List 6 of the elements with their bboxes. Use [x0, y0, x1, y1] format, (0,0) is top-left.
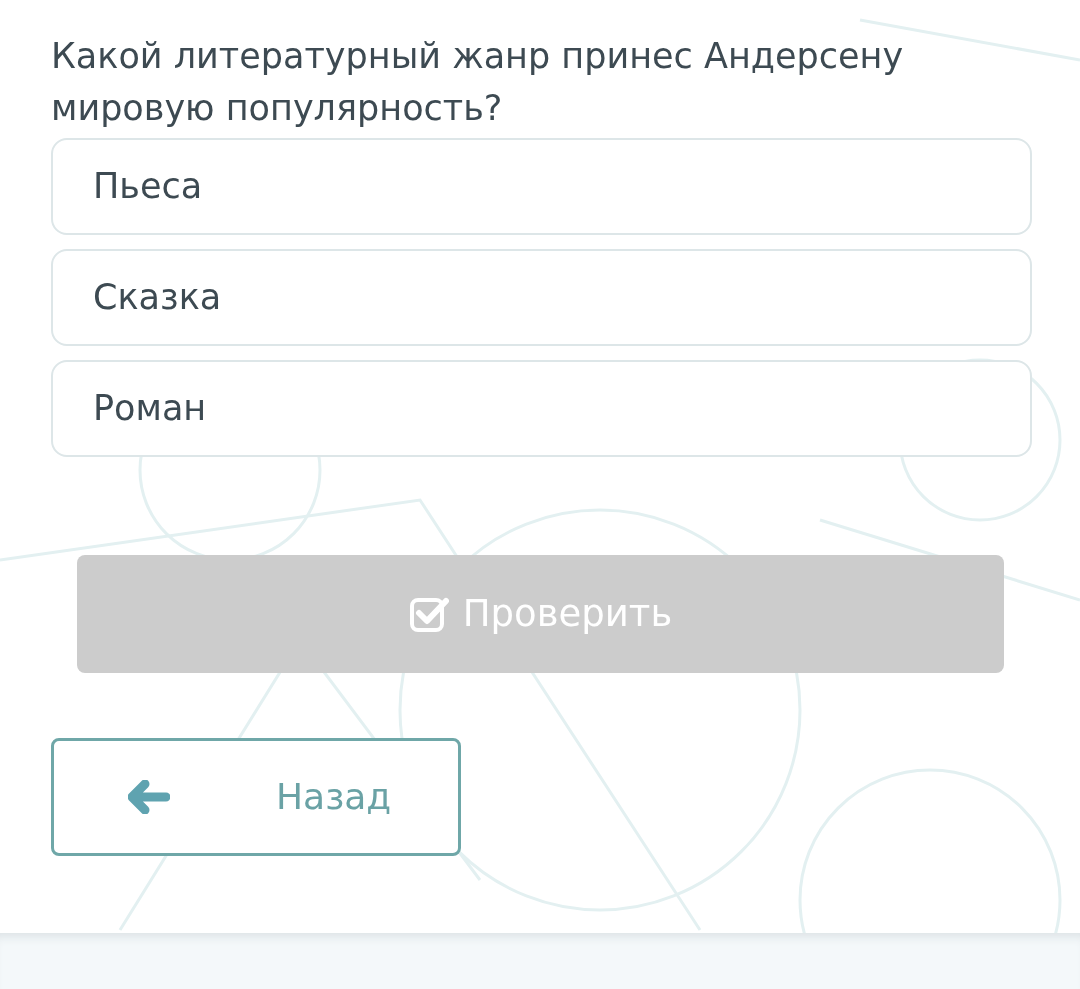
arrow-left-icon [128, 780, 170, 814]
checkbox-icon [408, 595, 449, 633]
answer-option[interactable]: Сказка [51, 249, 1032, 346]
answer-option[interactable]: Пьеса [51, 138, 1032, 235]
question-text: Какой литературный жанр принес Андерсену мировую популярность? [51, 35, 905, 130]
answer-option[interactable]: Роман [51, 360, 1032, 457]
